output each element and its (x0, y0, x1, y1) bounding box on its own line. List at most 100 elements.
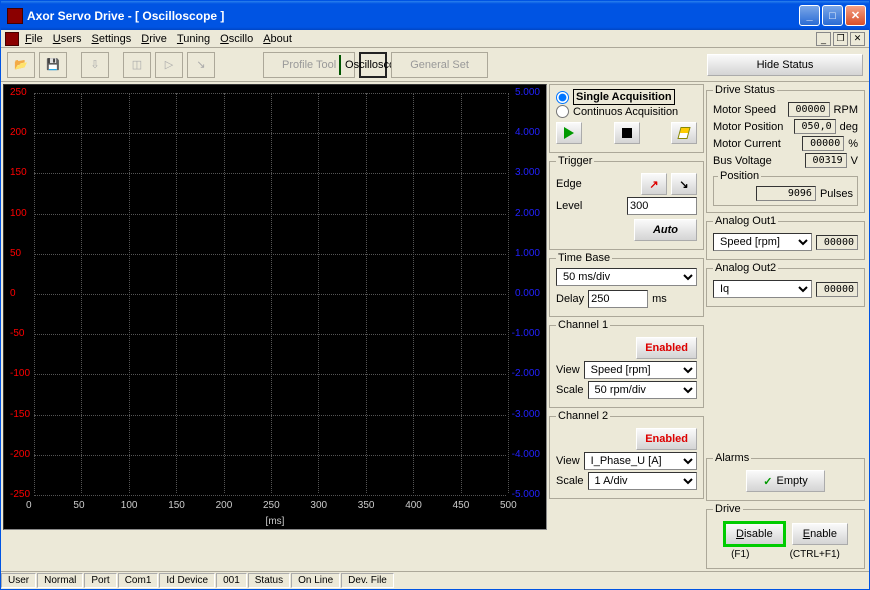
mdi-icon[interactable] (5, 32, 19, 46)
drive-status-legend: Drive Status (713, 84, 777, 96)
edge-label: Edge (556, 178, 582, 190)
maximize-button[interactable]: □ (822, 5, 843, 26)
titlebar[interactable]: Axor Servo Drive - [ Oscilloscope ] _ □ … (1, 1, 869, 30)
trigger-panel: Trigger Edge ↗ ↘ Level Auto (549, 155, 704, 250)
motor-speed-value: 00000 (788, 102, 830, 117)
oscilloscope-button[interactable]: Oscilloscope (359, 52, 387, 78)
check-icon: ✓ (763, 475, 772, 488)
channel1-panel: Channel 1 Enabled View Speed [rpm] Scale… (549, 319, 704, 408)
general-set-button[interactable]: General Set (391, 52, 488, 78)
channel1-enabled-button[interactable]: Enabled (636, 337, 697, 359)
ch2-view-label: View (556, 455, 580, 467)
menu-drive[interactable]: Drive (141, 33, 167, 45)
position-subpanel: Position 9096Pulses (713, 170, 858, 206)
ch1-scale-label: Scale (556, 384, 584, 396)
trigger-auto-button[interactable]: Auto (634, 219, 697, 241)
channel2-scale-select[interactable]: 1 A/div (588, 472, 697, 490)
mdi-close-button[interactable]: ✕ (850, 32, 865, 46)
window-title: Axor Servo Drive - [ Oscilloscope ] (27, 9, 799, 23)
sb-com: Com1 (118, 573, 159, 588)
analog-out2-select[interactable]: Iq (713, 280, 812, 298)
ch1-view-label: View (556, 364, 580, 376)
trigger-level-input[interactable] (627, 197, 697, 215)
status-bar: User Normal Port Com1 Id Device 001 Stat… (1, 571, 869, 589)
f1-shortcut: (F1) (731, 549, 749, 560)
sb-id: Id Device (159, 573, 215, 588)
sb-online: On Line (291, 573, 340, 588)
sb-normal: Normal (37, 573, 83, 588)
profile-tool-button[interactable]: Profile Tool (263, 52, 355, 78)
ctrlf1-shortcut: (CTRL+F1) (790, 549, 840, 560)
tool-button-4[interactable]: ↘ (187, 52, 215, 78)
sb-idv: 001 (216, 573, 247, 588)
delay-label: Delay (556, 293, 584, 305)
channel2-enabled-button[interactable]: Enabled (636, 428, 697, 450)
menu-tuning[interactable]: Tuning (177, 33, 210, 45)
oscilloscope-icon (339, 55, 341, 75)
position-pulses-value: 9096 (756, 186, 816, 201)
mdi-minimize-button[interactable]: _ (816, 32, 831, 46)
timebase-select[interactable]: 50 ms/div (556, 268, 697, 286)
analog-out2-panel: Analog Out2 Iq 00000 (706, 262, 865, 307)
acquisition-panel: Single Acquisition Continuos Acquisition (549, 84, 704, 153)
sb-dev: Dev. File (341, 573, 394, 588)
sb-status: Status (248, 573, 290, 588)
analog-out1-panel: Analog Out1 Speed [rpm] 00000 (706, 215, 865, 260)
trigger-legend: Trigger (556, 155, 594, 167)
erase-icon (677, 127, 690, 139)
play-button[interactable] (556, 122, 582, 144)
play-icon (564, 127, 574, 139)
continuous-acquisition-radio[interactable]: Continuos Acquisition (556, 105, 697, 118)
analog-out1-select[interactable]: Speed [rpm] (713, 233, 812, 251)
delay-unit: ms (652, 293, 667, 305)
save-button[interactable]: 💾 (39, 52, 67, 78)
ch2-scale-label: Scale (556, 475, 584, 487)
alarms-empty-button[interactable]: ✓Empty (746, 470, 824, 492)
delay-input[interactable] (588, 290, 648, 308)
disable-button[interactable]: Disable (723, 521, 786, 547)
oscilloscope-plot: 2505.0002004.0001503.0001002.000501.0000… (3, 84, 547, 530)
app-icon (7, 8, 23, 24)
sb-port: Port (84, 573, 116, 588)
bus-voltage-value: 00319 (805, 153, 847, 168)
app-window: Axor Servo Drive - [ Oscilloscope ] _ □ … (0, 0, 870, 590)
channel1-scale-select[interactable]: 50 rpm/div (588, 381, 697, 399)
motor-position-value: 050,0 (794, 119, 836, 134)
menu-oscillo[interactable]: Oscillo (220, 33, 253, 45)
channel2-legend: Channel 2 (556, 410, 610, 422)
single-acquisition-radio[interactable]: Single Acquisition (556, 89, 697, 105)
rising-edge-button[interactable]: ↗ (641, 173, 667, 195)
analog-out1-value: 00000 (816, 235, 858, 250)
menu-file[interactable]: File (25, 33, 43, 45)
stop-icon (622, 128, 632, 138)
sb-user: User (1, 573, 36, 588)
analog-out2-value: 00000 (816, 282, 858, 297)
menu-users[interactable]: Users (53, 33, 82, 45)
timebase-legend: Time Base (556, 252, 612, 264)
alarms-panel: Alarms ✓Empty (706, 452, 865, 501)
channel2-view-select[interactable]: I_Phase_U [A] (584, 452, 697, 470)
drive-status-panel: Drive Status Motor Speed00000RPM Motor P… (706, 84, 865, 213)
falling-edge-button[interactable]: ↘ (671, 173, 697, 195)
minimize-button[interactable]: _ (799, 5, 820, 26)
channel1-legend: Channel 1 (556, 319, 610, 331)
tool-button-2[interactable]: ◫ (123, 52, 151, 78)
channel1-view-select[interactable]: Speed [rpm] (584, 361, 697, 379)
level-label: Level (556, 200, 582, 212)
erase-button[interactable] (671, 122, 697, 144)
timebase-panel: Time Base 50 ms/div Delay ms (549, 252, 704, 317)
enable-button[interactable]: Enable (792, 523, 848, 545)
menu-settings[interactable]: Settings (91, 33, 131, 45)
stop-button[interactable] (614, 122, 640, 144)
mdi-restore-button[interactable]: ❐ (833, 32, 848, 46)
open-button[interactable]: 📂 (7, 52, 35, 78)
menu-bar: File Users Settings Drive Tuning Oscillo… (1, 30, 869, 48)
close-button[interactable]: ✕ (845, 5, 866, 26)
tool-button-3[interactable]: ▷ (155, 52, 183, 78)
hide-status-button[interactable]: Hide Status (707, 54, 863, 76)
tool-button-1[interactable]: ⇩ (81, 52, 109, 78)
motor-current-value: 00000 (802, 136, 844, 151)
toolbar: 📂 💾 ⇩ ◫ ▷ ↘ Profile Tool Oscilloscope Ge… (1, 48, 869, 82)
menu-about[interactable]: About (263, 33, 292, 45)
drive-panel: Drive Disable Enable (F1) (CTRL+F1) (706, 503, 865, 569)
